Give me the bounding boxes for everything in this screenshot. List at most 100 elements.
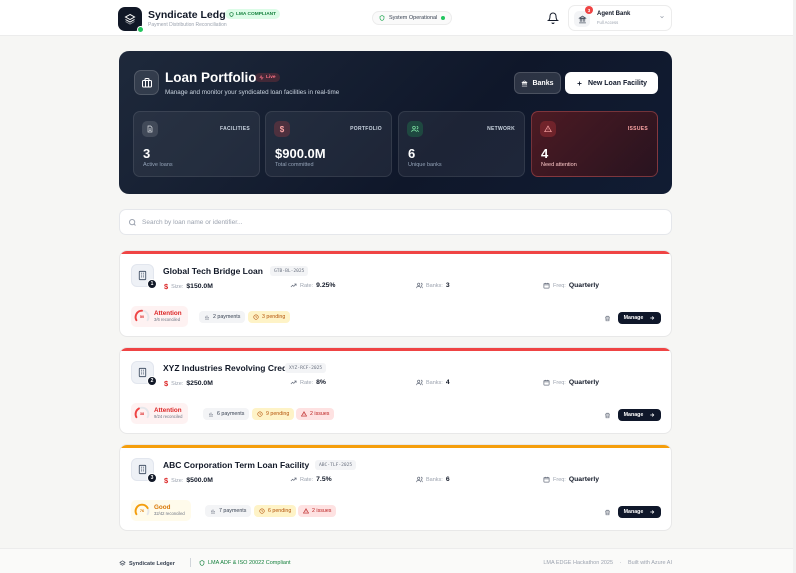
trash-icon[interactable] bbox=[604, 315, 611, 322]
loan-card[interactable]: 3 ABC Corporation Term Loan Facility ABC… bbox=[119, 444, 672, 531]
loan-size: $ Size: $150.0M bbox=[164, 282, 213, 291]
issues-chip[interactable]: 2 issues bbox=[298, 505, 337, 517]
pending-chip[interactable]: 9 pending bbox=[252, 408, 295, 420]
shield-check-icon bbox=[229, 11, 234, 17]
footer-divider bbox=[190, 558, 191, 567]
size-value: $250.0M bbox=[186, 380, 213, 387]
trash-icon[interactable] bbox=[604, 412, 611, 419]
calendar-icon bbox=[543, 282, 550, 289]
stat-label: ISSUES bbox=[627, 126, 648, 132]
freq-label: Freq: bbox=[553, 282, 566, 289]
loan-card[interactable]: 2 XYZ Industries Revolving Credit XYZ-RC… bbox=[119, 347, 672, 434]
search-input[interactable] bbox=[142, 214, 642, 231]
freq-label: Freq: bbox=[553, 476, 566, 483]
rate-label: Rate: bbox=[300, 476, 314, 483]
loan-rate: Rate: 9.25% bbox=[290, 282, 335, 289]
loan-banks: Banks: 3 bbox=[416, 282, 450, 289]
banks-value: 4 bbox=[445, 379, 450, 386]
freq-value: Quarterly bbox=[568, 476, 600, 483]
stat-value: $900.0M bbox=[275, 146, 326, 161]
page-subtitle: Manage and monitor your syndicated loan … bbox=[165, 89, 340, 96]
bar-chart-icon bbox=[205, 315, 209, 320]
loan-card[interactable]: 1 Global Tech Bridge Loan GTB-BL-2025 $ … bbox=[119, 250, 672, 337]
calendar-icon bbox=[543, 476, 550, 483]
payments-chip[interactable]: 6 payments bbox=[203, 408, 250, 420]
health-reconciled: 32/42 reconciled bbox=[154, 511, 185, 517]
dollar-icon: $ bbox=[164, 379, 169, 388]
payments-chip[interactable]: 7 payments bbox=[205, 505, 252, 517]
banks-value: 6 bbox=[445, 476, 450, 483]
size-value: $150.0M bbox=[186, 283, 213, 290]
stat-note: Active loans bbox=[143, 162, 173, 168]
top-bar: Syndicate Ledger Payment Distribution Re… bbox=[0, 0, 796, 36]
footer-brand: Syndicate Ledger bbox=[119, 560, 175, 567]
loan-banks: Banks: 6 bbox=[416, 476, 450, 483]
stat-facilities: FACILITIES 3 Active loans bbox=[133, 111, 260, 177]
manage-button[interactable]: Manage bbox=[618, 409, 661, 421]
shield-icon bbox=[199, 560, 205, 566]
live-badge: Live bbox=[255, 73, 280, 82]
users-icon bbox=[416, 282, 423, 289]
size-label: Size: bbox=[171, 477, 184, 484]
loan-frequency: Freq: Quarterly bbox=[543, 379, 599, 386]
new-loan-button-label: New Loan Facility bbox=[587, 79, 648, 87]
manage-button-label: Manage bbox=[623, 509, 644, 515]
loan-name[interactable]: ABC Corporation Term Loan Facility bbox=[163, 460, 309, 470]
agent-menu[interactable]: 3 Agent Bank Full Access bbox=[568, 5, 672, 31]
loan-name[interactable]: XYZ Industries Revolving Credit bbox=[163, 363, 292, 373]
health-title: Attention bbox=[154, 406, 182, 414]
manage-button-label: Manage bbox=[623, 315, 644, 321]
payments-chip[interactable]: 2 payments bbox=[199, 311, 246, 323]
stat-label: FACILITIES bbox=[220, 126, 250, 132]
size-label: Size: bbox=[171, 283, 184, 290]
notification-badge: 3 bbox=[585, 6, 593, 14]
rate-value: 9.25% bbox=[316, 282, 336, 289]
app-subtitle: Payment Distribution Reconciliation bbox=[148, 22, 227, 28]
stat-note: Total committed bbox=[275, 162, 314, 168]
pending-chip[interactable]: 3 pending bbox=[248, 311, 291, 323]
footer-separator: · bbox=[619, 560, 622, 566]
bar-chart-icon bbox=[209, 412, 213, 417]
users-icon bbox=[416, 379, 423, 386]
clock-icon bbox=[253, 314, 259, 320]
loan-banks: Banks: 4 bbox=[416, 379, 450, 386]
layers-icon bbox=[119, 560, 126, 566]
stat-network: NETWORK 6 Unique banks bbox=[398, 111, 525, 177]
stat-label: NETWORK bbox=[487, 126, 515, 132]
footer-compliance-label: LMA ADF & ISO 20022 Compliant bbox=[208, 560, 291, 566]
live-label: Live bbox=[266, 75, 276, 80]
stat-issues[interactable]: ISSUES 4 Need attention bbox=[531, 111, 658, 177]
trash-icon[interactable] bbox=[604, 509, 611, 516]
stat-value: 4 bbox=[541, 146, 549, 161]
pending-chip[interactable]: 6 pending bbox=[254, 505, 297, 517]
freq-value: Quarterly bbox=[568, 282, 600, 289]
health-score: 76 bbox=[139, 508, 145, 513]
bell-icon[interactable] bbox=[547, 12, 559, 24]
new-loan-facility-button[interactable]: New Loan Facility bbox=[565, 72, 658, 94]
health-gauge: 50 bbox=[134, 309, 150, 325]
footer-event: LMA EDGE Hackathon 2025 bbox=[543, 560, 614, 566]
stat-note: Unique banks bbox=[408, 162, 442, 168]
banks-label: Banks: bbox=[426, 282, 443, 289]
issues-count: 2 issues bbox=[312, 508, 332, 514]
document-icon bbox=[142, 121, 158, 137]
agent-role: Full Access bbox=[597, 20, 619, 25]
system-status-label: System Operational bbox=[389, 15, 438, 21]
health-gauge: 38 bbox=[134, 406, 150, 422]
loan-rate: Rate: 7.5% bbox=[290, 476, 332, 483]
issues-count: 2 issues bbox=[310, 411, 330, 417]
banks-button-label: Banks bbox=[532, 79, 554, 87]
loan-size: $ Size: $500.0M bbox=[164, 476, 213, 485]
loan-name[interactable]: Global Tech Bridge Loan bbox=[163, 266, 263, 276]
page-title: Loan Portfolio bbox=[165, 70, 257, 85]
rate-label: Rate: bbox=[300, 282, 314, 289]
banks-button[interactable]: Banks bbox=[514, 72, 561, 94]
stat-portfolio: $ PORTFOLIO $900.0M Total committed bbox=[265, 111, 392, 177]
manage-button[interactable]: Manage bbox=[618, 312, 661, 324]
app-title: Syndicate Ledger bbox=[148, 9, 236, 21]
agent-name: Agent Bank bbox=[597, 11, 631, 17]
issues-chip[interactable]: 2 issues bbox=[296, 408, 335, 420]
manage-button[interactable]: Manage bbox=[618, 506, 661, 518]
loan-status-bar bbox=[120, 445, 671, 448]
app-logo[interactable] bbox=[118, 7, 144, 33]
